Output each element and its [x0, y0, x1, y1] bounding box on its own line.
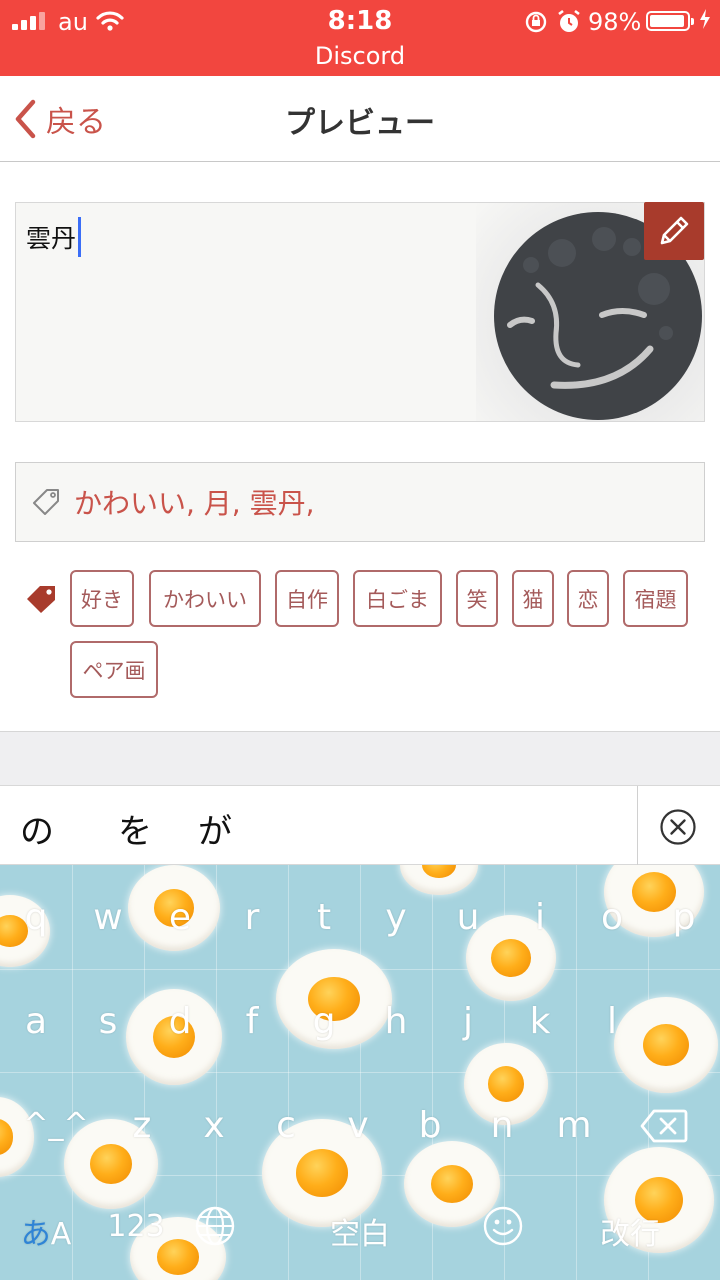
globe-icon[interactable]: [194, 1205, 236, 1247]
egg-decoration: [400, 865, 478, 895]
return-key[interactable]: 改行: [580, 1209, 680, 1253]
charging-bolt-icon: [700, 9, 710, 29]
key-i[interactable]: i: [504, 897, 576, 938]
rotation-lock-icon: [525, 11, 547, 33]
backspace-icon[interactable]: [640, 1109, 688, 1143]
key-a[interactable]: a: [0, 1001, 72, 1042]
tag-outline-icon: [33, 489, 59, 515]
key-h[interactable]: h: [360, 1001, 432, 1042]
section-divider: [0, 731, 720, 785]
prediction-candidate[interactable]: を: [118, 804, 152, 853]
key-f[interactable]: f: [216, 1001, 288, 1042]
key-p[interactable]: p: [648, 897, 720, 938]
prediction-candidate[interactable]: が: [198, 804, 232, 853]
battery-percent: 98%: [588, 8, 642, 36]
smiley-icon[interactable]: [482, 1205, 524, 1247]
input-mode-key[interactable]: あA: [14, 1209, 78, 1253]
key-v[interactable]: v: [322, 1105, 394, 1146]
circle-x-icon[interactable]: [659, 808, 697, 846]
tag-chip[interactable]: ペア画: [70, 641, 158, 698]
tag-chip[interactable]: 好き: [70, 570, 134, 627]
key-q[interactable]: q: [0, 897, 72, 938]
prediction-candidate[interactable]: の: [20, 804, 54, 853]
key-k[interactable]: k: [504, 1001, 576, 1042]
key-z[interactable]: z: [106, 1105, 178, 1146]
tag-filled-icon: [27, 586, 55, 613]
key-c[interactable]: c: [250, 1105, 322, 1146]
tag-chip[interactable]: 自作: [275, 570, 339, 627]
key-w[interactable]: w: [72, 897, 144, 938]
tag-chip[interactable]: かわいい: [149, 570, 261, 627]
caption-text-field[interactable]: 雲丹: [26, 217, 82, 257]
page-title: プレビュー: [285, 106, 435, 141]
tag-chip[interactable]: 笑: [456, 570, 498, 627]
keyboard: q w e r t y u i o p a s d f g h j k l ^_…: [0, 865, 720, 1280]
input-mode-latin: A: [50, 1217, 72, 1252]
key-m[interactable]: m: [538, 1105, 610, 1146]
preview-editor[interactable]: 雲丹: [15, 202, 705, 422]
key-r[interactable]: r: [216, 897, 288, 938]
key-e[interactable]: e: [144, 897, 216, 938]
text-cursor: [78, 217, 82, 257]
key-l[interactable]: l: [576, 1001, 648, 1042]
input-mode-kana: あ: [20, 1217, 51, 1252]
navigation-bar: 戻る プレビュー: [0, 76, 720, 162]
prediction-separator: [637, 786, 638, 866]
tag-input-field[interactable]: かわいい, 月, 雲丹,: [15, 462, 705, 542]
pencil-icon: [660, 216, 689, 245]
key-x[interactable]: x: [178, 1105, 250, 1146]
tag-input-value: かわいい, 月, 雲丹,: [74, 487, 315, 520]
key-n[interactable]: n: [466, 1105, 538, 1146]
tag-chip[interactable]: 白ごま: [353, 570, 442, 627]
caption-text: 雲丹: [26, 224, 77, 253]
key-o[interactable]: o: [576, 897, 648, 938]
edit-image-button[interactable]: [644, 202, 704, 260]
prediction-bar: の を が: [0, 785, 720, 866]
status-bar: au 8:18 Discord 98%: [0, 0, 720, 76]
alarm-icon: [558, 9, 580, 32]
key-u[interactable]: u: [432, 897, 504, 938]
key-g[interactable]: g: [288, 1001, 360, 1042]
key-d[interactable]: d: [144, 1001, 216, 1042]
tag-chip[interactable]: 猫: [512, 570, 554, 627]
tag-chip[interactable]: 恋: [567, 570, 609, 627]
key-kaomoji[interactable]: ^_^: [20, 1107, 92, 1142]
key-y[interactable]: y: [360, 897, 432, 938]
key-t[interactable]: t: [288, 897, 360, 938]
space-key[interactable]: 空白: [300, 1209, 420, 1253]
return-to-app-label[interactable]: Discord: [0, 42, 720, 70]
key-s[interactable]: s: [72, 1001, 144, 1042]
tag-chip[interactable]: 宿題: [623, 570, 688, 627]
key-b[interactable]: b: [394, 1105, 466, 1146]
battery-icon: [646, 11, 694, 31]
key-j[interactable]: j: [432, 1001, 504, 1042]
number-key[interactable]: 123: [100, 1209, 172, 1244]
